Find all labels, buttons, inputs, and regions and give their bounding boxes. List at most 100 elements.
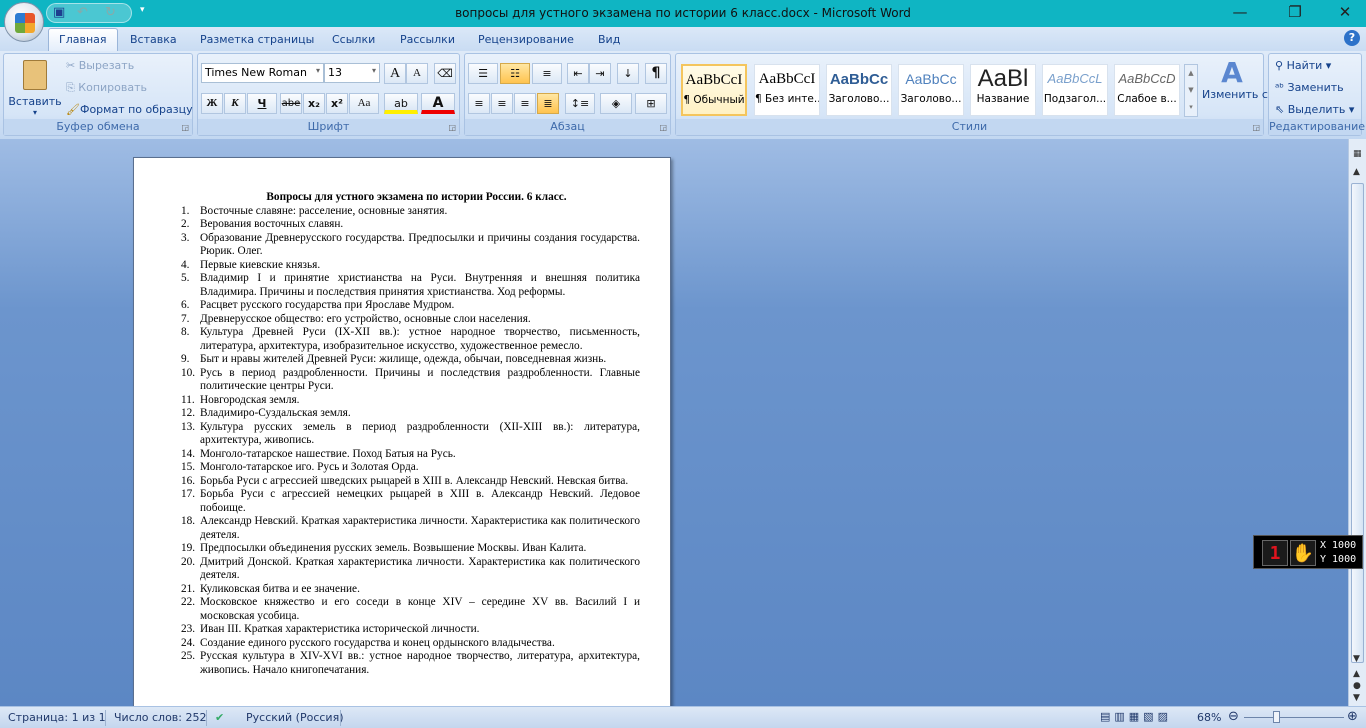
status-bar: Страница: 1 из 1 Число слов: 252 ✔ Русск… <box>0 706 1366 728</box>
select-button[interactable]: ⇖ Выделить ▾ <box>1275 103 1354 116</box>
underline-button[interactable]: Ч <box>247 93 277 114</box>
font-color-icon[interactable]: A <box>421 93 455 114</box>
restore-button[interactable]: ❐ <box>1280 3 1310 21</box>
help-icon[interactable]: ? <box>1344 30 1360 46</box>
tab-view[interactable]: Вид <box>588 31 630 51</box>
undo-icon[interactable]: ↶ <box>77 5 88 20</box>
scroll-down-icon[interactable]: ▼ <box>1353 654 1360 664</box>
dialog-launcher-icon[interactable]: ◲ <box>448 123 456 132</box>
font-name-select[interactable]: Times New Roman ▾ <box>201 63 324 83</box>
decrease-indent-icon[interactable]: ⇤ <box>567 63 589 84</box>
font-size-select[interactable]: 13 ▾ <box>324 63 380 83</box>
increase-indent-icon[interactable]: ⇥ <box>589 63 611 84</box>
vertical-scrollbar[interactable]: ▦ ▲ ▼ ▲ ● ▼ <box>1348 139 1366 706</box>
brush-icon: 🖌 <box>66 103 80 116</box>
bullets-icon[interactable]: ☰ <box>468 63 498 84</box>
dialog-launcher-icon[interactable]: ◲ <box>181 123 189 132</box>
customize-qat-icon[interactable]: ▾ <box>140 5 145 15</box>
save-icon[interactable]: ▣ <box>53 5 65 20</box>
list-item-text: Монголо-татарское нашествие. Поход Батыя… <box>200 447 456 460</box>
clear-formatting-icon[interactable]: ⌫ <box>434 63 456 84</box>
list-number: 23. <box>181 623 196 635</box>
style-heading-2[interactable]: AaBbCc Заголово... <box>898 64 964 116</box>
scissors-icon: ✂ <box>66 59 79 72</box>
language-indicator[interactable]: Русский (Россия) <box>246 711 344 724</box>
close-button[interactable]: ✕ <box>1330 3 1360 21</box>
list-number: 17. <box>181 488 196 500</box>
document-page[interactable]: Вопросы для устного экзамена по истории … <box>133 157 671 717</box>
style-normal[interactable]: AaBbCcI ¶ Обычный <box>681 64 747 116</box>
tab-insert[interactable]: Вставка <box>120 31 187 51</box>
find-button[interactable]: ⚲ Найти ▾ <box>1275 59 1331 72</box>
tab-mailings[interactable]: Рассылки <box>390 31 465 51</box>
tab-review[interactable]: Рецензирование <box>468 31 584 51</box>
style-subtitle[interactable]: AaBbCcL Подзагол... <box>1042 64 1108 116</box>
browse-object-icon[interactable]: ● <box>1353 681 1361 691</box>
font-name-value: Times New Roman <box>205 66 307 79</box>
bold-button[interactable]: Ж <box>201 93 223 114</box>
list-item: 6. Расцвет русского государства при Яросл… <box>181 299 640 313</box>
align-left-icon[interactable]: ≡ <box>468 93 490 114</box>
page-count[interactable]: Страница: 1 из 1 <box>8 711 106 724</box>
list-number: 9. <box>181 353 190 365</box>
cut-button[interactable]: ✂ Вырезать <box>66 59 134 72</box>
multilevel-list-icon[interactable]: ≡ <box>532 63 562 84</box>
shading-icon[interactable]: ◈ <box>600 93 632 114</box>
line-spacing-icon[interactable]: ↕≡ <box>565 93 595 114</box>
align-center-icon[interactable]: ≡ <box>491 93 513 114</box>
subscript-button[interactable]: x₂ <box>303 93 325 114</box>
shrink-font-button[interactable]: A <box>406 63 428 84</box>
previous-page-icon[interactable]: ▲ <box>1353 669 1360 679</box>
sort-icon[interactable]: ↓ <box>617 63 639 84</box>
document-body[interactable]: Вопросы для устного экзамена по истории … <box>181 191 640 677</box>
style-no-spacing[interactable]: AaBbCcI ¶ Без инте... <box>754 64 820 116</box>
style-subtle-emphasis[interactable]: AaBbCcD Слабое в... <box>1114 64 1180 116</box>
list-item-text: Александр Невский. Краткая характеристик… <box>200 515 641 541</box>
align-right-icon[interactable]: ≡ <box>514 93 536 114</box>
highlight-icon[interactable]: ab <box>384 93 418 114</box>
group-label: Шрифт <box>198 119 459 135</box>
scroll-up-icon[interactable]: ▲ <box>1353 167 1360 177</box>
show-marks-button[interactable]: ¶ <box>645 63 667 84</box>
strikethrough-button[interactable]: abe <box>280 93 302 114</box>
replace-button[interactable]: ᵃᵇ Заменить <box>1275 81 1344 94</box>
word-count[interactable]: Число слов: 252 <box>114 711 207 724</box>
change-case-button[interactable]: Aa <box>349 93 379 114</box>
grow-font-button[interactable]: A <box>384 63 406 84</box>
tab-page-layout[interactable]: Разметка страницы <box>190 31 324 51</box>
dialog-launcher-icon[interactable]: ◲ <box>659 123 667 132</box>
style-title[interactable]: AaBl Название <box>970 64 1036 116</box>
zoom-slider-handle[interactable] <box>1273 711 1281 723</box>
list-item: 7. Древнерусское общество: его устройство… <box>181 313 640 327</box>
proofing-icon[interactable]: ✔ <box>215 711 224 724</box>
zoom-out-icon[interactable]: ⊖ <box>1228 709 1239 724</box>
tab-home[interactable]: Главная <box>48 28 118 51</box>
justify-icon[interactable]: ≣ <box>537 93 559 114</box>
superscript-button[interactable]: x² <box>326 93 348 114</box>
italic-button[interactable]: К <box>224 93 246 114</box>
styles-group: AaBbCcI ¶ Обычный AaBbCcI ¶ Без инте... Aa… <box>675 53 1296 136</box>
ruler-toggle-icon[interactable]: ▦ <box>1353 149 1362 159</box>
numbering-icon[interactable]: ☷ <box>500 63 530 84</box>
paste-button[interactable]: Вставить ▾ <box>8 58 62 120</box>
next-page-icon[interactable]: ▼ <box>1353 693 1360 703</box>
redo-icon[interactable]: ↻ <box>105 5 116 20</box>
ribbon: Вставить ▾ ✂ Вырезать ⎘ Копировать 🖌Форм… <box>0 51 1366 139</box>
style-heading-1[interactable]: AaBbCc Заголово... <box>826 64 892 116</box>
minimize-button[interactable]: — <box>1225 3 1255 21</box>
view-buttons[interactable]: ▤▥▦▧▨ <box>1100 710 1172 723</box>
copy-button[interactable]: ⎘ Копировать <box>66 81 147 95</box>
change-styles-button[interactable]: A Изменить стили <box>1202 58 1296 102</box>
tab-references[interactable]: Ссылки <box>322 31 385 51</box>
borders-icon[interactable]: ⊞ <box>635 93 667 114</box>
paste-label: Вставить <box>8 95 62 108</box>
zoom-slider[interactable] <box>1244 711 1344 723</box>
scroll-thumb[interactable] <box>1351 183 1364 663</box>
styles-scroll[interactable]: ▲ ▼ ▾ <box>1184 64 1198 117</box>
zoom-level[interactable]: 68% <box>1197 711 1221 724</box>
zoom-in-icon[interactable]: ⊕ <box>1347 709 1358 724</box>
list-item-text: Куликовская битва и ее значение. <box>200 582 360 595</box>
office-button[interactable] <box>4 2 44 42</box>
format-painter-button[interactable]: 🖌Формат по образцу <box>66 103 193 116</box>
dialog-launcher-icon[interactable]: ◲ <box>1252 123 1260 132</box>
